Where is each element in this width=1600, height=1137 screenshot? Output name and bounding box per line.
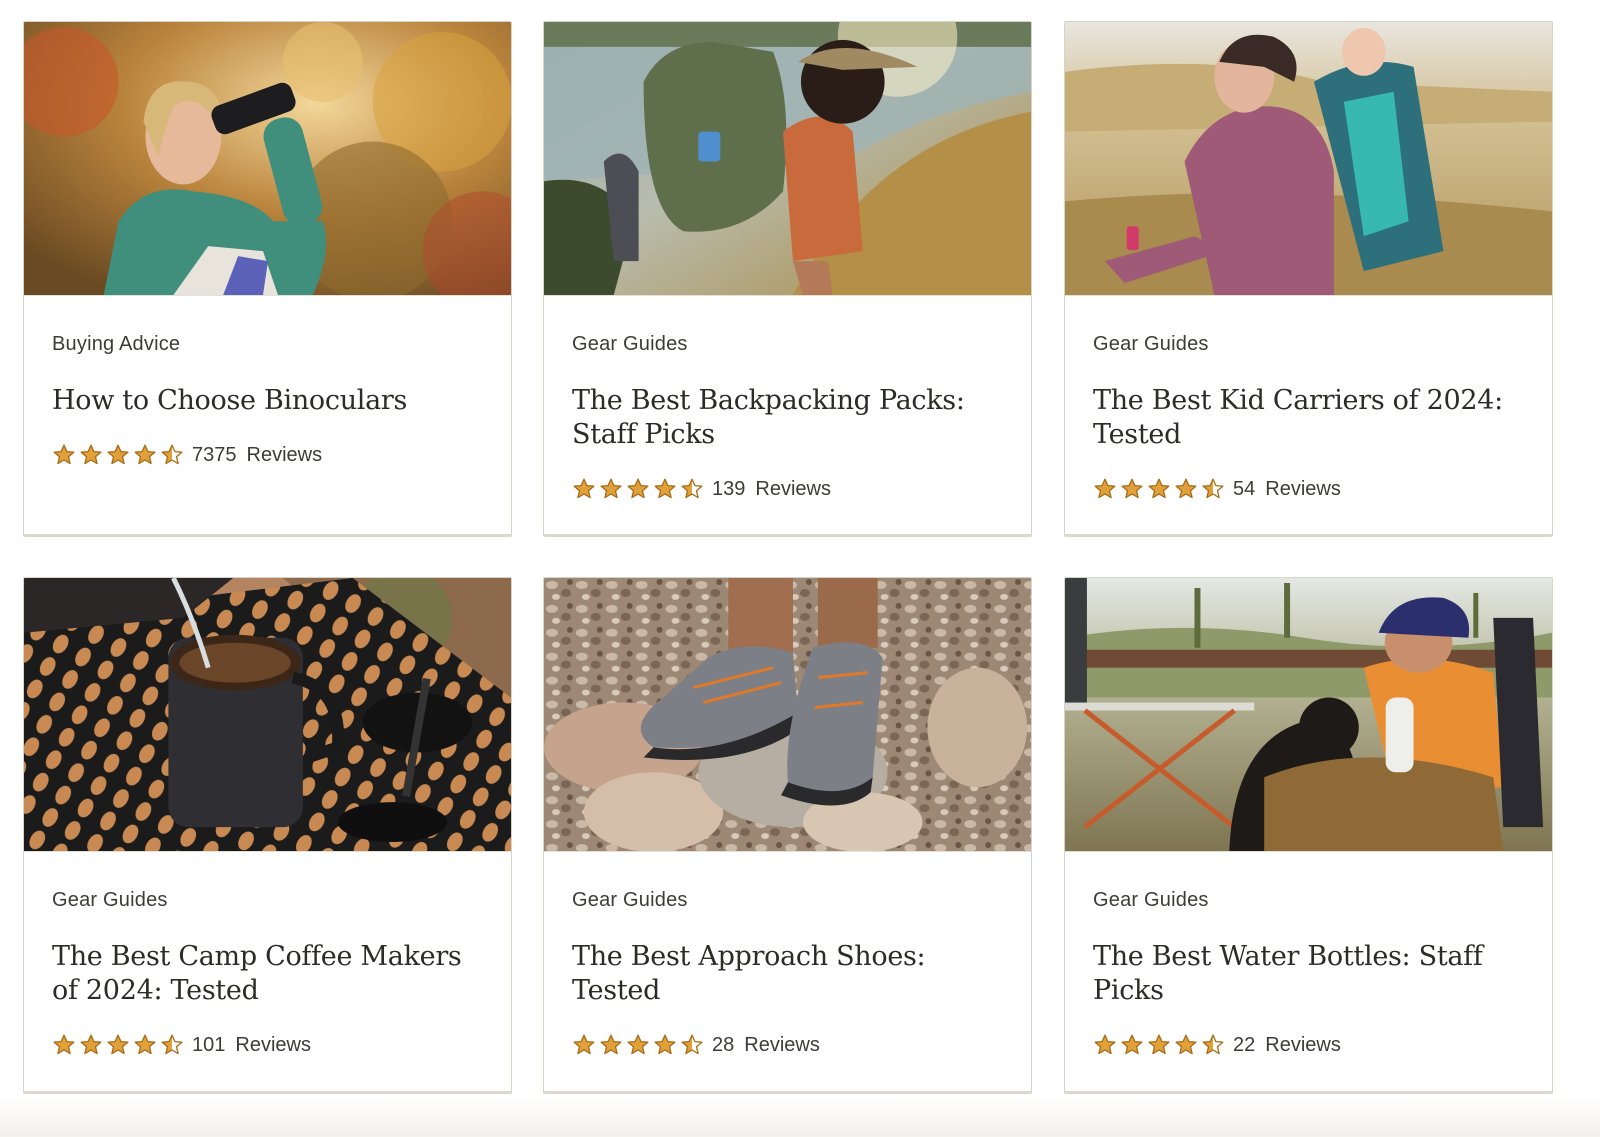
article-card-binoculars[interactable]: Buying Advice How to Choose Binoculars 7… <box>23 21 512 537</box>
star-full-icon <box>1175 1034 1197 1055</box>
star-full-icon <box>1121 478 1143 499</box>
reviews-label: Reviews <box>744 1033 820 1056</box>
star-rating <box>52 443 184 467</box>
card-rating: 101 Reviews <box>52 1030 483 1060</box>
star-full-icon <box>1175 478 1197 499</box>
card-category: Gear Guides <box>52 889 168 911</box>
card-image-binoculars[interactable] <box>24 22 511 296</box>
star-full-icon <box>107 444 129 465</box>
star-full-icon <box>1148 1034 1170 1055</box>
star-full-icon <box>1148 478 1170 499</box>
article-card-grid: Buying Advice How to Choose Binoculars 7… <box>0 0 1600 1137</box>
star-full-icon <box>627 478 649 499</box>
star-full-icon <box>573 1034 595 1055</box>
article-card-backpacking-packs[interactable]: Gear Guides The Best Backpacking Packs: … <box>543 21 1032 537</box>
card-rating: 22 Reviews <box>1093 1030 1524 1060</box>
star-rating <box>572 1033 704 1057</box>
star-full-icon <box>53 1034 75 1055</box>
card-title[interactable]: The Best Water Bottles: Staff Picks <box>1093 940 1524 1008</box>
reviews-label: Reviews <box>235 1033 311 1056</box>
review-count: 101 <box>192 1033 226 1056</box>
card-title[interactable]: How to Choose Binoculars <box>52 384 483 418</box>
star-full-icon <box>627 1034 649 1055</box>
reviews-label: Reviews <box>246 443 323 466</box>
star-full-icon <box>1094 478 1116 499</box>
card-category: Gear Guides <box>572 889 688 911</box>
card-rating: 139 Reviews <box>572 474 1003 504</box>
review-count: 7375 <box>192 443 237 466</box>
review-count: 139 <box>712 477 746 500</box>
card-rating: 7375 Reviews <box>52 440 483 470</box>
star-rating <box>1093 1033 1225 1057</box>
card-category: Gear Guides <box>572 333 688 355</box>
article-card-water-bottles[interactable]: Gear Guides The Best Water Bottles: Staf… <box>1064 577 1553 1094</box>
reviews-label: Reviews <box>1265 1033 1341 1056</box>
star-half-icon <box>1202 478 1224 499</box>
card-image-coffee-maker[interactable] <box>24 578 511 852</box>
card-rating: 28 Reviews <box>572 1030 1003 1060</box>
card-category: Gear Guides <box>1093 333 1209 355</box>
star-full-icon <box>1094 1034 1116 1055</box>
star-half-icon <box>161 444 183 465</box>
card-title[interactable]: The Best Camp Coffee Makers of 2024: Tes… <box>52 940 483 1008</box>
star-rating <box>572 477 704 501</box>
star-full-icon <box>134 444 156 465</box>
star-rating <box>52 1033 184 1057</box>
star-full-icon <box>80 444 102 465</box>
star-full-icon <box>600 1034 622 1055</box>
star-half-icon <box>161 1034 183 1055</box>
star-rating <box>1093 477 1225 501</box>
reviews-label: Reviews <box>755 477 831 500</box>
star-full-icon <box>80 1034 102 1055</box>
card-category: Buying Advice <box>52 333 181 355</box>
card-image-water-bottles[interactable] <box>1065 578 1552 852</box>
reviews-label: Reviews <box>1265 477 1341 500</box>
star-half-icon <box>681 478 703 499</box>
review-count: 22 <box>1233 1033 1256 1056</box>
star-half-icon <box>681 1034 703 1055</box>
star-full-icon <box>654 1034 676 1055</box>
star-full-icon <box>654 478 676 499</box>
review-count: 28 <box>712 1033 735 1056</box>
article-card-camp-coffee[interactable]: Gear Guides The Best Camp Coffee Makers … <box>23 577 512 1094</box>
star-full-icon <box>107 1034 129 1055</box>
card-title[interactable]: The Best Kid Carriers of 2024: Tested <box>1093 384 1524 452</box>
star-half-icon <box>1202 1034 1224 1055</box>
star-full-icon <box>134 1034 156 1055</box>
card-image-approach-shoes[interactable] <box>544 578 1031 852</box>
card-title[interactable]: The Best Approach Shoes: Tested <box>572 940 1003 1008</box>
star-full-icon <box>1121 1034 1143 1055</box>
card-rating: 54 Reviews <box>1093 474 1524 504</box>
star-full-icon <box>600 478 622 499</box>
star-full-icon <box>53 444 75 465</box>
article-card-approach-shoes[interactable]: Gear Guides The Best Approach Shoes: Tes… <box>543 577 1032 1094</box>
article-card-kid-carriers[interactable]: Gear Guides The Best Kid Carriers of 202… <box>1064 21 1553 537</box>
card-image-backpacking[interactable] <box>544 22 1031 296</box>
review-count: 54 <box>1233 477 1256 500</box>
card-category: Gear Guides <box>1093 889 1209 911</box>
star-full-icon <box>573 478 595 499</box>
card-title[interactable]: The Best Backpacking Packs: Staff Picks <box>572 384 1003 452</box>
card-image-kid-carrier[interactable] <box>1065 22 1552 296</box>
